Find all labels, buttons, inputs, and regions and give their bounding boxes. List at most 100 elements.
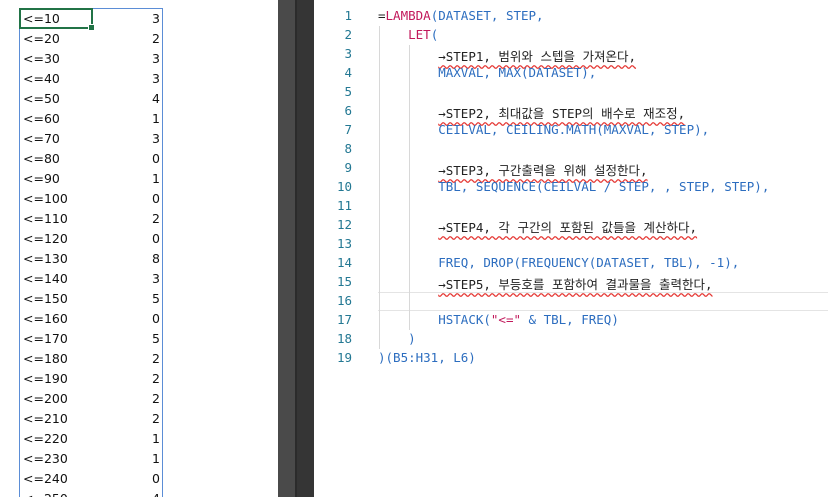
frequency-cell[interactable]: 1 xyxy=(110,111,160,126)
table-row[interactable]: <=110 2 xyxy=(20,209,164,229)
code-line[interactable]: 9 →STEP3, 구간출력을 위해 설정한다, xyxy=(314,159,828,178)
table-row[interactable]: <=150 5 xyxy=(20,289,164,309)
frequency-cell[interactable]: 4 xyxy=(110,91,160,106)
code-text[interactable]: →STEP3, 구간출력을 위해 설정한다, xyxy=(378,160,647,179)
bin-label-cell[interactable]: <=140 xyxy=(23,271,68,286)
frequency-cell[interactable]: 3 xyxy=(110,11,160,26)
code-line[interactable]: 12 →STEP4, 각 구간의 포함된 값들을 계산하다, xyxy=(314,216,828,235)
code-line[interactable]: 7 CEILVAL, CEILING.MATH(MAXVAL, STEP), xyxy=(314,121,828,140)
code-text[interactable]: )(B5:H31, L6) xyxy=(378,350,476,365)
table-row[interactable]: <=140 3 xyxy=(20,269,164,289)
table-row[interactable]: <=80 0 xyxy=(20,149,164,169)
frequency-cell[interactable]: 2 xyxy=(110,351,160,366)
table-row[interactable]: <=130 8 xyxy=(20,249,164,269)
table-row[interactable]: <=160 0 xyxy=(20,309,164,329)
code-text[interactable]: LET( xyxy=(378,27,438,42)
code-line[interactable]: 10 TBL, SEQUENCE(CEILVAL / STEP, , STEP,… xyxy=(314,178,828,197)
bin-label-cell[interactable]: <=130 xyxy=(23,251,68,266)
bin-label-cell[interactable]: <=120 xyxy=(23,231,68,246)
frequency-cell[interactable]: 2 xyxy=(110,391,160,406)
frequency-cell[interactable]: 4 xyxy=(110,491,160,497)
table-row[interactable]: <=30 3 xyxy=(20,49,164,69)
table-row[interactable]: <=50 4 xyxy=(20,89,164,109)
code-line[interactable]: 6 →STEP2, 최대값을 STEP의 배수로 재조정, xyxy=(314,102,828,121)
code-line[interactable]: 8 xyxy=(314,140,828,159)
bin-label-cell[interactable]: <=200 xyxy=(23,391,68,406)
spill-range[interactable]: <=10 3 <=20 2 <=30 3 <=40 3 <=50 4 <=60 1 <=70 3 <=80 0… xyxy=(20,9,164,497)
code-line[interactable]: 11 xyxy=(314,197,828,216)
table-row[interactable]: <=190 2 xyxy=(20,369,164,389)
frequency-cell[interactable]: 0 xyxy=(110,311,160,326)
code-text[interactable]: →STEP2, 최대값을 STEP의 배수로 재조정, xyxy=(378,103,685,122)
bin-label-cell[interactable]: <=20 xyxy=(23,31,60,46)
bin-label-cell[interactable]: <=160 xyxy=(23,311,68,326)
code-line[interactable]: 15 →STEP5, 부등호를 포함하여 결과물을 출력한다, xyxy=(314,273,828,292)
code-line[interactable]: 2 LET( xyxy=(314,26,828,45)
bin-label-cell[interactable]: <=40 xyxy=(23,71,60,86)
code-text[interactable]: →STEP1, 범위와 스텝을 가져온다, xyxy=(378,46,636,65)
active-cell[interactable] xyxy=(19,8,95,31)
frequency-cell[interactable]: 3 xyxy=(110,71,160,86)
frequency-cell[interactable]: 3 xyxy=(110,271,160,286)
table-row[interactable]: <=40 3 xyxy=(20,69,164,89)
bin-label-cell[interactable]: <=230 xyxy=(23,451,68,466)
table-row[interactable]: <=220 1 xyxy=(20,429,164,449)
table-row[interactable]: <=20 2 xyxy=(20,29,164,49)
frequency-cell[interactable]: 0 xyxy=(110,151,160,166)
frequency-cell[interactable]: 2 xyxy=(110,31,160,46)
bin-label-cell[interactable]: <=30 xyxy=(23,51,60,66)
bin-label-cell[interactable]: <=250 xyxy=(23,491,68,497)
fill-handle[interactable] xyxy=(88,24,95,31)
frequency-cell[interactable]: 0 xyxy=(110,191,160,206)
table-row[interactable]: <=180 2 xyxy=(20,349,164,369)
bin-label-cell[interactable]: <=210 xyxy=(23,411,68,426)
code-text[interactable]: FREQ, DROP(FREQUENCY(DATASET, TBL), -1), xyxy=(378,255,739,270)
code-text[interactable]: HSTACK("<=" & TBL, FREQ) xyxy=(378,312,619,327)
bin-label-cell[interactable]: <=240 xyxy=(23,471,68,486)
frequency-cell[interactable]: 3 xyxy=(110,131,160,146)
table-row[interactable]: <=250 4 xyxy=(20,489,164,497)
code-text[interactable]: ) xyxy=(378,331,416,346)
table-row[interactable]: <=100 0 xyxy=(20,189,164,209)
code-line[interactable]: 3 →STEP1, 범위와 스텝을 가져온다, xyxy=(314,45,828,64)
code-line[interactable]: 5 xyxy=(314,83,828,102)
table-row[interactable]: <=230 1 xyxy=(20,449,164,469)
code-line[interactable]: 18 ) xyxy=(314,330,828,349)
frequency-cell[interactable]: 1 xyxy=(110,451,160,466)
frequency-cell[interactable]: 2 xyxy=(110,211,160,226)
code-line[interactable]: 19)(B5:H31, L6) xyxy=(314,349,828,368)
code-line[interactable]: 14 FREQ, DROP(FREQUENCY(DATASET, TBL), -… xyxy=(314,254,828,273)
bin-label-cell[interactable]: <=170 xyxy=(23,331,68,346)
bin-label-cell[interactable]: <=60 xyxy=(23,111,60,126)
code-line[interactable]: 13 xyxy=(314,235,828,254)
code-line[interactable]: 16 xyxy=(314,292,828,311)
frequency-cell[interactable]: 2 xyxy=(110,411,160,426)
table-row[interactable]: <=120 0 xyxy=(20,229,164,249)
code-line[interactable]: 4 MAXVAL, MAX(DATASET), xyxy=(314,64,828,83)
frequency-cell[interactable]: 0 xyxy=(110,231,160,246)
frequency-cell[interactable]: 1 xyxy=(110,431,160,446)
code-text[interactable]: TBL, SEQUENCE(CEILVAL / STEP, , STEP, ST… xyxy=(378,179,769,194)
bin-label-cell[interactable]: <=150 xyxy=(23,291,68,306)
bin-label-cell[interactable]: <=90 xyxy=(23,171,60,186)
pane-splitter[interactable] xyxy=(278,0,314,497)
bin-label-cell[interactable]: <=220 xyxy=(23,431,68,446)
code-text[interactable]: →STEP5, 부등호를 포함하여 결과물을 출력한다, xyxy=(378,274,712,293)
bin-label-cell[interactable]: <=100 xyxy=(23,191,68,206)
code-line[interactable]: 1 =LAMBDA(DATASET, STEP, xyxy=(314,7,828,26)
bin-label-cell[interactable]: <=190 xyxy=(23,371,68,386)
table-row[interactable]: <=210 2 xyxy=(20,409,164,429)
bin-label-cell[interactable]: <=110 xyxy=(23,211,68,226)
frequency-cell[interactable]: 2 xyxy=(110,371,160,386)
table-row[interactable]: <=200 2 xyxy=(20,389,164,409)
table-row[interactable]: <=60 1 xyxy=(20,109,164,129)
frequency-cell[interactable]: 5 xyxy=(110,331,160,346)
code-text[interactable]: CEILVAL, CEILING.MATH(MAXVAL, STEP), xyxy=(378,122,709,137)
table-row[interactable]: <=90 1 xyxy=(20,169,164,189)
code-text[interactable]: MAXVAL, MAX(DATASET), xyxy=(378,65,596,80)
frequency-cell[interactable]: 8 xyxy=(110,251,160,266)
frequency-cell[interactable]: 0 xyxy=(110,471,160,486)
frequency-cell[interactable]: 5 xyxy=(110,291,160,306)
table-row[interactable]: <=70 3 xyxy=(20,129,164,149)
bin-label-cell[interactable]: <=50 xyxy=(23,91,60,106)
